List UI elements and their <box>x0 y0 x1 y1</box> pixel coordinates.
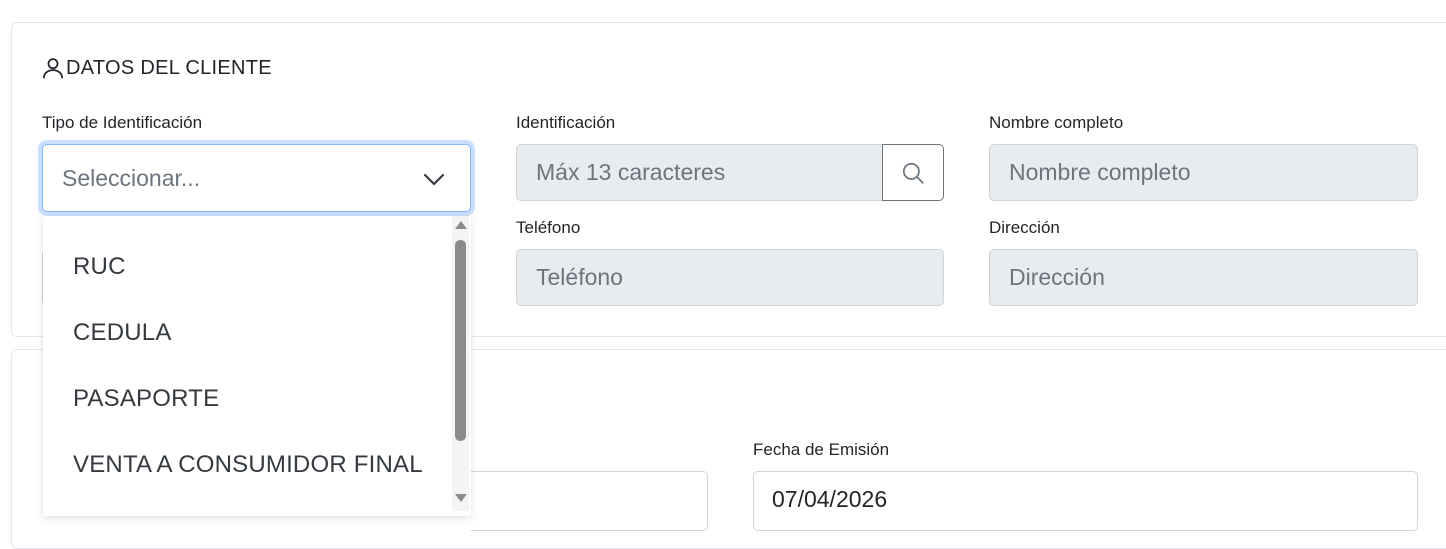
fecha-emision-label: Fecha de Emisión <box>753 440 890 459</box>
scroll-down-arrow-icon[interactable] <box>455 494 467 502</box>
user-icon <box>42 58 64 79</box>
tipo-identificacion-label: Tipo de Identificación <box>42 113 203 132</box>
identificacion-input[interactable]: Máx 13 caracteres <box>516 144 883 201</box>
telefono-label: Teléfono <box>516 218 581 237</box>
dropdown-option-consumidor-final[interactable]: VENTA A CONSUMIDOR FINAL <box>73 451 423 479</box>
dropdown-option-pasaporte[interactable]: PASAPORTE <box>73 385 219 413</box>
nombre-input[interactable]: Nombre completo <box>989 144 1418 201</box>
section-title-text: DATOS DEL CLIENTE <box>66 56 272 79</box>
direccion-input[interactable]: Dirección <box>989 249 1418 306</box>
select-value: Seleccionar... <box>62 164 201 191</box>
identificacion-label: Identificación <box>516 113 616 132</box>
dropdown-option-ruc[interactable]: RUC <box>73 253 126 281</box>
nombre-label: Nombre completo <box>989 113 1124 132</box>
telefono-input[interactable]: Teléfono <box>516 249 944 306</box>
scroll-up-arrow-icon[interactable] <box>455 221 467 229</box>
scrollbar-thumb[interactable] <box>455 240 466 441</box>
section-title: DATOS DEL CLIENTE <box>40 55 272 81</box>
direccion-label: Dirección <box>989 218 1060 237</box>
chevron-down-icon <box>423 173 445 186</box>
tipo-identificacion-select[interactable]: Seleccionar... <box>42 144 471 212</box>
fecha-emision-input[interactable]: 07/04/2026 <box>753 471 1418 531</box>
tipo-identificacion-dropdown: RUC CEDULA PASAPORTE VENTA A CONSUMIDOR … <box>43 216 471 516</box>
invoice-field[interactable] <box>471 471 708 531</box>
search-button[interactable] <box>882 144 944 201</box>
search-icon <box>902 162 924 184</box>
dropdown-option-cedula[interactable]: CEDULA <box>73 319 172 347</box>
